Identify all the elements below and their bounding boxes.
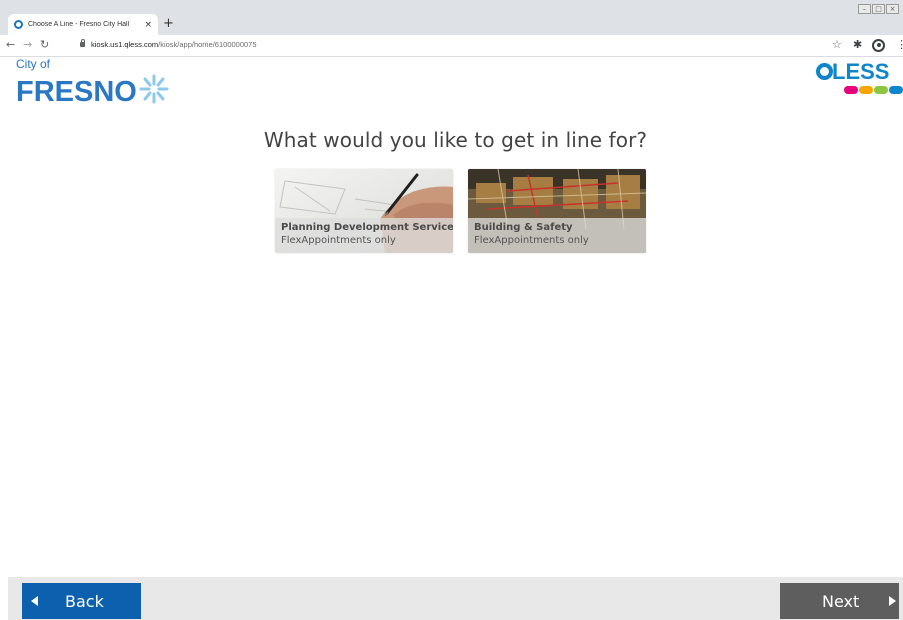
menu-icon[interactable]: ⋮ — [896, 37, 903, 53]
card-subtitle: FlexAppointments only — [474, 235, 589, 246]
page-title: What would you like to get in line for? — [263, 128, 648, 152]
tab-title: Choose A Line - Fresno City Hall — [28, 21, 130, 28]
kiosk-page: City of FRESNO LESS What would you like … — [8, 57, 903, 620]
triangle-right-icon — [889, 596, 897, 606]
extensions-icon[interactable]: ✱ — [853, 37, 862, 53]
card-subtitle: FlexAppointments only — [281, 235, 396, 246]
reload-icon[interactable]: ↻ — [40, 38, 49, 52]
qless-q-icon — [816, 63, 833, 80]
browser-tab-bar: Choose A Line - Fresno City Hall × + – □… — [0, 0, 903, 35]
close-window-icon[interactable]: × — [886, 4, 899, 14]
service-card-planning[interactable]: Planning Development Services FlexAppoin… — [275, 169, 453, 253]
card-title: Planning Development Services — [281, 222, 453, 233]
sun-burst-icon — [139, 74, 169, 104]
url-path: /kiosk/app/home/6100000075 — [158, 40, 257, 49]
back-button[interactable]: Back — [22, 583, 141, 619]
qless-dots — [844, 86, 903, 94]
qless-dot-green — [874, 86, 888, 94]
qless-dot-blue — [889, 86, 903, 94]
city-of-fresno-logo: City of FRESNO — [16, 58, 186, 106]
fresno-wordmark: FRESNO — [16, 74, 169, 106]
new-tab-button[interactable]: + — [163, 16, 174, 32]
star-icon[interactable]: ☆ — [832, 37, 842, 53]
qless-dot-pink — [844, 86, 858, 94]
forward-arrow-icon[interactable]: → — [23, 38, 32, 52]
profile-icon[interactable] — [872, 39, 885, 52]
qless-logo: LESS — [816, 59, 903, 101]
triangle-left-icon — [31, 596, 38, 606]
footer-bar: Back Next — [8, 577, 903, 620]
card-caption: Building & Safety FlexAppointments only — [468, 218, 646, 253]
window-controls: – □ × — [858, 4, 899, 14]
maximize-icon[interactable]: □ — [872, 4, 885, 14]
next-button-label: Next — [822, 591, 860, 611]
fresno-wordmark-text: FRESNO — [16, 76, 137, 106]
qless-favicon-icon — [14, 20, 23, 29]
card-caption: Planning Development Services FlexAppoin… — [275, 218, 453, 253]
url-host: kiosk.us1.qless.com — [91, 40, 159, 49]
page-left-margin — [0, 57, 8, 620]
url-text[interactable]: kiosk.us1.qless.com/kiosk/app/home/61000… — [91, 39, 257, 51]
tab-close-icon[interactable]: × — [144, 20, 152, 30]
qless-wordmark: LESS — [832, 59, 890, 84]
lock-icon — [80, 39, 85, 47]
back-arrow-icon[interactable]: ← — [6, 38, 15, 52]
qless-dot-orange — [859, 86, 873, 94]
card-title: Building & Safety — [474, 222, 573, 233]
back-button-label: Back — [65, 591, 104, 611]
browser-tab[interactable]: Choose A Line - Fresno City Hall × — [8, 14, 158, 35]
next-button[interactable]: Next — [780, 583, 899, 619]
minimize-icon[interactable]: – — [858, 4, 871, 14]
browser-toolbar: ← → ↻ kiosk.us1.qless.com/kiosk/app/home… — [0, 35, 903, 57]
service-card-building-safety[interactable]: Building & Safety FlexAppointments only — [468, 169, 646, 253]
